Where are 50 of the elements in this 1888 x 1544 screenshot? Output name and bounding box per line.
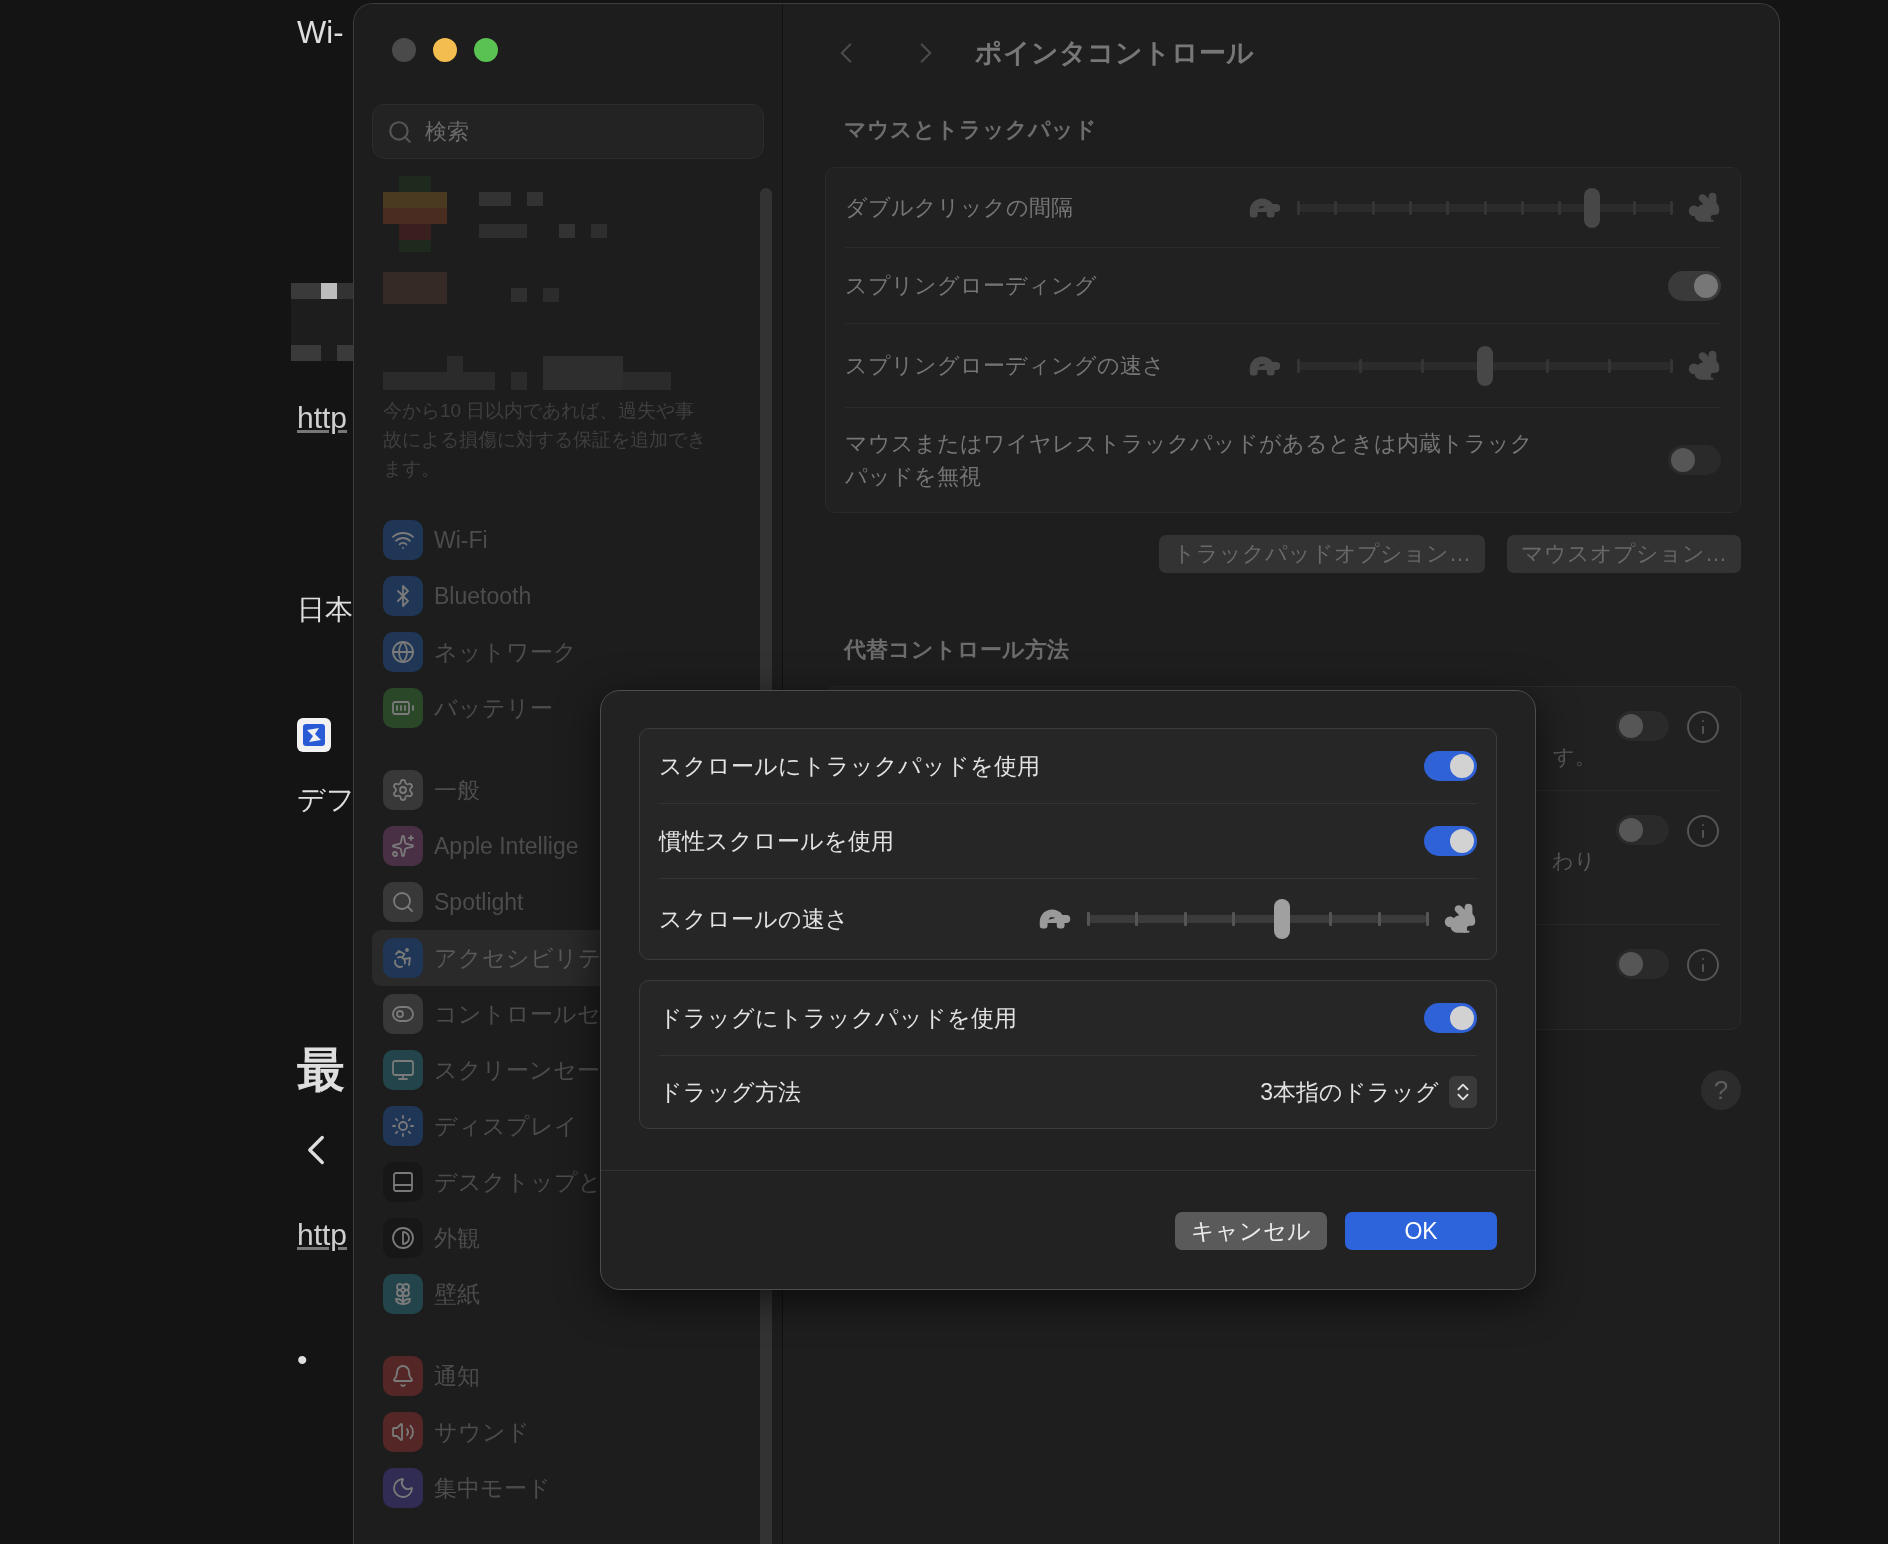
zoom-button[interactable]	[474, 38, 498, 62]
slider-thumb[interactable]	[1273, 899, 1290, 939]
page-text: デフ	[297, 783, 353, 817]
section-heading: 代替コントロール方法	[842, 636, 1070, 664]
help-button[interactable]: ?	[1701, 1070, 1741, 1110]
slider-track[interactable]	[1298, 187, 1671, 228]
section-heading: マウスとトラックパッド	[843, 116, 1098, 144]
drag-method-popup[interactable]: 3本指のドラッグ	[1260, 1076, 1477, 1108]
setting-label: ドラッグにトラックパッドを使用	[659, 1003, 1018, 1033]
setting-label: スプリングローディング	[845, 272, 1098, 300]
app-icon	[297, 718, 331, 752]
info-icon[interactable]	[1685, 709, 1721, 745]
toggle-switch[interactable]	[1668, 270, 1721, 301]
toggle-switch[interactable]	[1616, 949, 1669, 979]
link[interactable]: http	[297, 1217, 348, 1253]
toggle-switch[interactable]	[1424, 751, 1477, 781]
search-icon	[387, 118, 413, 145]
cancel-button[interactable]: キャンセル	[1175, 1212, 1327, 1250]
info-icon[interactable]	[1685, 813, 1721, 849]
search-field[interactable]: 検索	[372, 104, 764, 159]
toggle-switch[interactable]	[1668, 445, 1721, 475]
setting-label: 慣性スクロールを使用	[659, 826, 895, 856]
page-heading: Wi-	[297, 15, 344, 51]
close-button[interactable]	[392, 38, 416, 62]
toggle-switch[interactable]	[1424, 1003, 1477, 1033]
window-title: ポインタコントロール	[975, 37, 1254, 70]
minimize-button[interactable]	[433, 38, 457, 62]
link[interactable]: http	[297, 400, 348, 436]
info-icon[interactable]	[1685, 947, 1721, 983]
rabbit-icon	[1443, 902, 1477, 936]
page-text: 日本	[297, 593, 353, 627]
toggle-switch[interactable]	[1616, 815, 1669, 845]
slider-track[interactable]	[1298, 345, 1671, 386]
setting-label: ダブルクリックの間隔	[845, 194, 1074, 222]
setting-label: マウスまたはワイヤレストラックパッドがあるときは内蔵トラックパッドを無視	[845, 430, 1534, 491]
slider-track[interactable]	[1088, 899, 1427, 939]
bullet: •	[297, 1342, 308, 1378]
slider-thumb[interactable]	[1583, 187, 1600, 228]
page-heading: 最	[297, 1042, 345, 1098]
toggle-switch[interactable]	[1424, 826, 1477, 856]
search-input[interactable]: 検索	[423, 117, 749, 146]
slider-thumb[interactable]	[1476, 345, 1493, 386]
toggle-switch[interactable]	[1616, 711, 1669, 741]
setting-label: スクロールにトラックパッドを使用	[659, 751, 1041, 781]
rabbit-icon	[1687, 348, 1721, 383]
rabbit-icon	[1687, 190, 1721, 225]
setting-label: ドラッグ方法	[659, 1077, 802, 1107]
stepper-icon	[1449, 1076, 1477, 1108]
ok-button[interactable]: OK	[1345, 1212, 1497, 1250]
setting-label: スプリングローディングの速さ	[845, 352, 1166, 380]
